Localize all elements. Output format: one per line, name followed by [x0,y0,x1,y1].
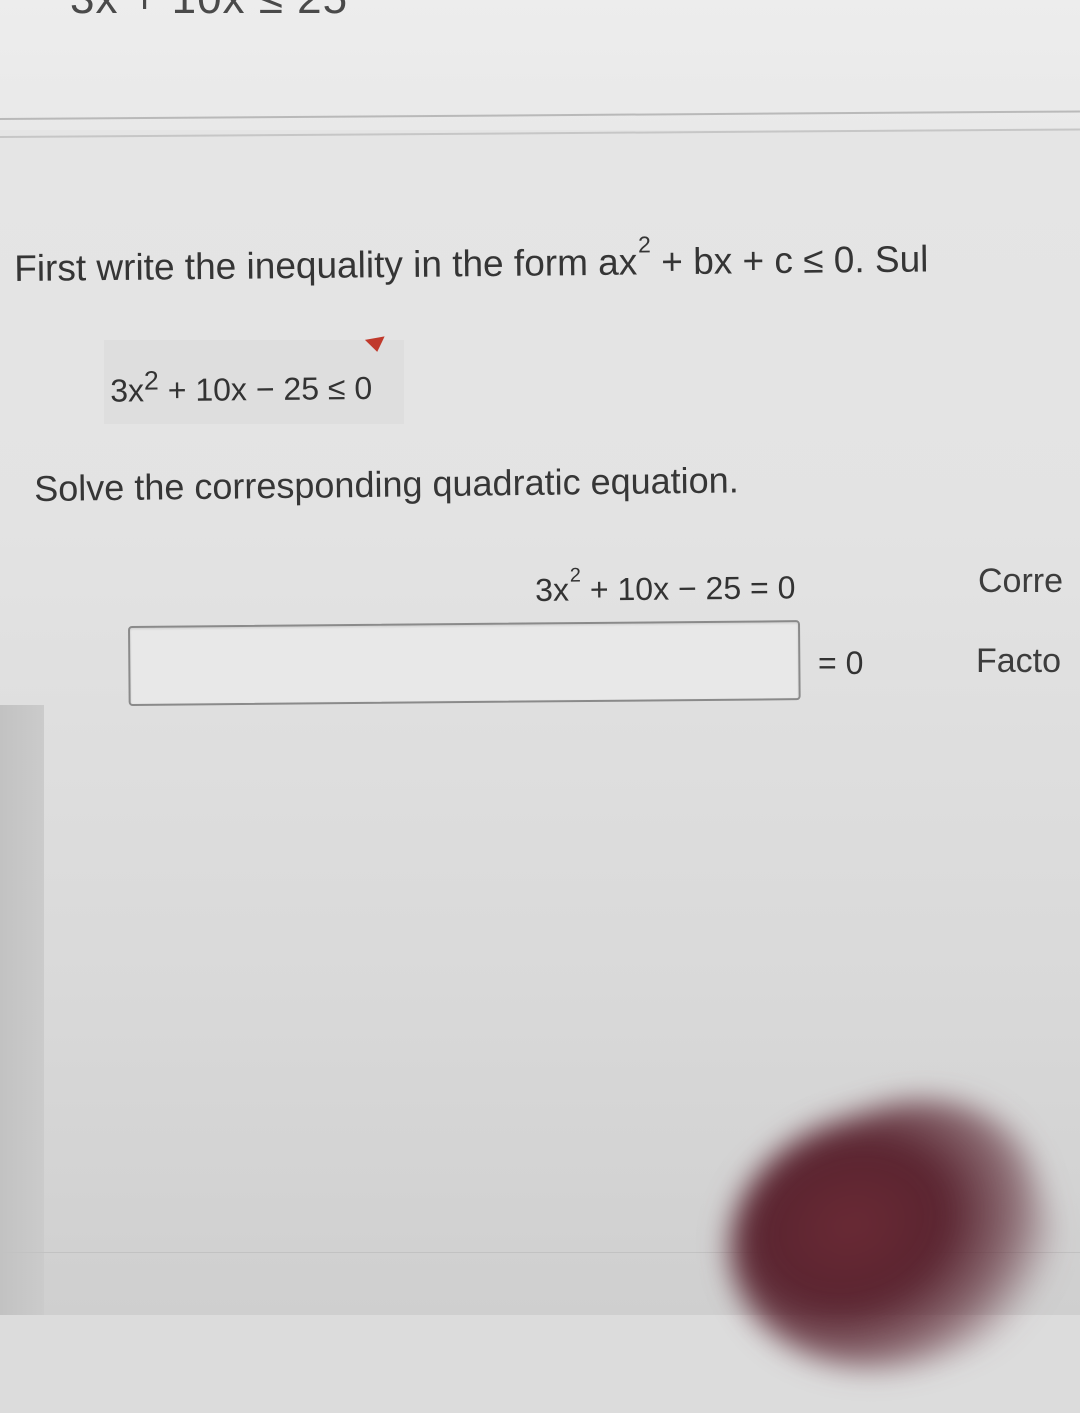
correct-hint-text: Corre [978,562,1064,600]
solve-instruction: Solve the corresponding quadratic equati… [34,459,739,509]
equals-zero-label: = 0 [818,645,864,681]
equation-lead: 3x [535,571,570,608]
equation-rest: + 10x − 25 = 0 [580,569,796,608]
quadratic-equation: 3x2 + 10x − 25 = 0 [535,565,796,609]
factored-form-input[interactable] [128,620,801,706]
left-margin-strip [0,705,44,1315]
standard-form-answer[interactable]: 3x2 + 10x − 25 ≤ 0 [110,363,372,409]
instruction-text: First write the inequality in the form a… [14,232,929,290]
factor-hint-text: Facto [976,642,1062,680]
divider [0,110,1080,120]
instruction-text-after: + bx + c ≤ 0. Sul [650,238,929,283]
answer-rest: + 10x − 25 ≤ 0 [158,369,373,409]
previous-problem-text: 3x + 10x ≤ 25 [70,0,348,24]
previous-problem-area: 3x + 10x ≤ 25 [0,0,1080,130]
equation-exponent: 2 [569,564,581,587]
instruction-text-before: First write the inequality in the form a… [14,241,638,289]
answer-lead: 3x [110,372,145,409]
answer-exponent: 2 [143,365,159,396]
screen-photo: 3x + 10x ≤ 25 First write the inequality… [0,0,1080,1413]
instruction-exponent: 2 [637,231,651,258]
